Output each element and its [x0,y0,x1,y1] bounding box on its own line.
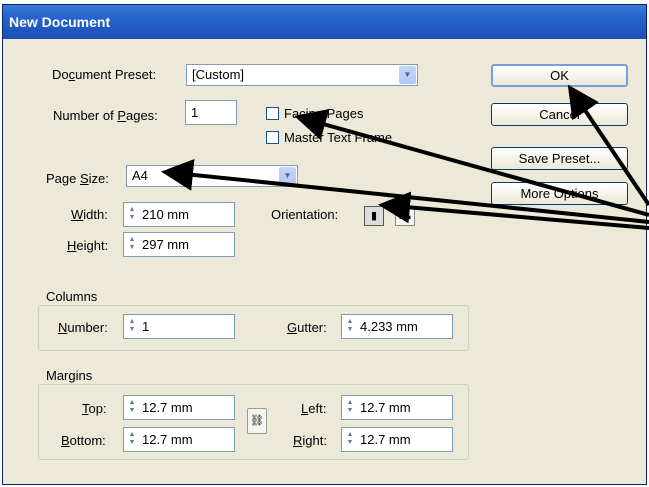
title-bar[interactable]: New Document [3,5,646,39]
facing-pages-checkbox[interactable] [266,107,279,120]
spinner-arrows-icon[interactable]: ▲ ▼ [127,236,137,253]
number-of-pages-input[interactable]: 1 [185,100,237,125]
columns-number-stepper[interactable]: ▲ ▼ 1 [123,314,235,339]
facing-pages-label: Facing Pages [284,106,364,121]
page-size-select[interactable]: A4 ▼ [126,165,298,187]
spinner-arrows-icon[interactable]: ▲ ▼ [345,318,355,335]
margin-bottom-label: Bottom: [61,433,106,448]
cancel-button[interactable]: Cancel [491,103,628,126]
height-value: 297 mm [142,237,189,252]
orientation-label: Orientation: [271,207,339,222]
chevron-down-icon[interactable]: ▼ [399,66,416,84]
page-size-label: Page Size: [46,171,109,186]
columns-number-value: 1 [142,319,150,334]
spinner-arrows-icon[interactable]: ▲ ▼ [127,206,137,223]
margin-left-value: 12.7 mm [360,400,411,415]
margin-right-label: Right: [293,433,327,448]
margin-top-value: 12.7 mm [142,400,193,415]
ok-button[interactable]: OK [491,64,628,87]
spinner-arrows-icon[interactable]: ▲ ▼ [345,399,355,416]
margin-left-label: Left: [301,401,327,416]
new-document-dialog: New Document Document Preset: [Custom] ▼… [2,4,647,485]
width-label: Width: [71,207,108,222]
chain-link-icon[interactable]: ⛓ [247,408,267,434]
document-preset-label: Document Preset: [52,67,157,82]
spinner-arrows-icon[interactable]: ▲ ▼ [127,399,137,416]
chevron-down-icon[interactable]: ▼ [279,167,296,185]
save-preset-button[interactable]: Save Preset... [491,147,628,170]
more-options-button[interactable]: More Options [491,182,628,205]
number-of-pages-label: Number of Pages: [53,108,158,123]
height-label: Height: [67,238,109,253]
page-size-value: A4 [132,168,148,183]
width-stepper[interactable]: ▲ ▼ 210 mm [123,202,235,227]
spinner-arrows-icon[interactable]: ▲ ▼ [127,318,137,335]
portrait-orientation-icon[interactable]: ▮ [364,206,384,226]
height-stepper[interactable]: ▲ ▼ 297 mm [123,232,235,257]
gutter-stepper[interactable]: ▲ ▼ 4.233 mm [341,314,453,339]
gutter-label: Gutter: [287,320,327,335]
margins-group-label: Margins [46,368,93,383]
spinner-arrows-icon[interactable]: ▲ ▼ [345,431,355,448]
margin-right-value: 12.7 mm [360,432,411,447]
margin-bottom-value: 12.7 mm [142,432,193,447]
gutter-value: 4.233 mm [360,319,418,334]
margin-top-stepper[interactable]: ▲ ▼ 12.7 mm [123,395,235,420]
width-value: 210 mm [142,207,189,222]
columns-number-label: Number: [58,320,108,335]
margin-left-stepper[interactable]: ▲ ▼ 12.7 mm [341,395,453,420]
master-text-frame-checkbox[interactable] [266,131,279,144]
margin-right-stepper[interactable]: ▲ ▼ 12.7 mm [341,427,453,452]
margin-top-label: Top: [82,401,107,416]
document-preset-value: [Custom] [192,67,245,82]
margin-bottom-stepper[interactable]: ▲ ▼ 12.7 mm [123,427,235,452]
window-title: New Document [9,14,111,30]
document-preset-select[interactable]: [Custom] ▼ [186,64,418,86]
spinner-arrows-icon[interactable]: ▲ ▼ [127,431,137,448]
master-text-frame-label: Master Text Frame [284,130,393,145]
number-of-pages-value: 1 [191,105,199,120]
columns-group-label: Columns [46,289,98,304]
landscape-orientation-icon[interactable]: ▬ [395,206,415,226]
